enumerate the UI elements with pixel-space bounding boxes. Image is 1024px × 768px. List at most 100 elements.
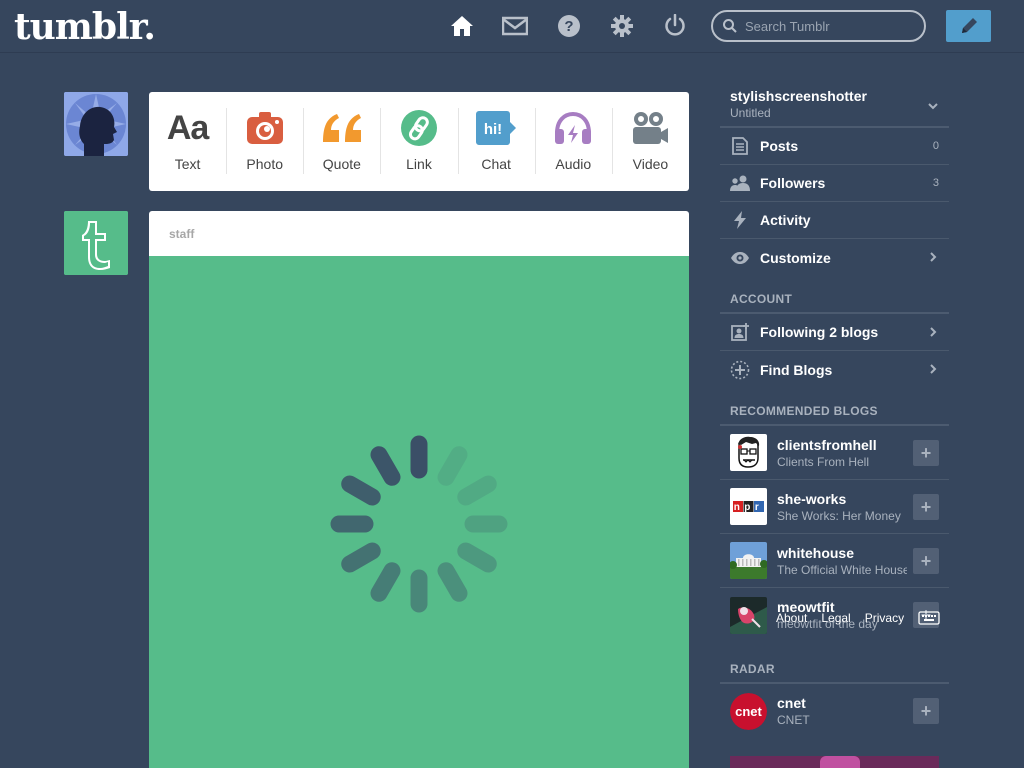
chat-badge: hi!	[484, 121, 502, 138]
headphones-icon	[553, 108, 593, 148]
sidebar-item-following[interactable]: Following 2 blogs	[720, 314, 949, 351]
post-type-video-button[interactable]: Video	[611, 92, 689, 191]
radar-blog[interactable]: cnet cnet CNET +	[720, 684, 949, 738]
post-type-link-button[interactable]: Link	[380, 92, 457, 191]
chevron-right-icon	[930, 327, 937, 337]
sidebar-item-label: Posts	[760, 138, 799, 154]
blog-name: cnet	[777, 695, 806, 711]
sidebar-item-label: Following 2 blogs	[760, 324, 879, 340]
search-icon	[723, 19, 737, 33]
sidebar-item-label: Find Blogs	[760, 361, 833, 378]
post-type-label: Chat	[481, 156, 511, 172]
chevron-right-icon	[930, 364, 937, 374]
follow-button[interactable]: +	[913, 440, 939, 466]
post-type-audio-button[interactable]: Audio	[534, 92, 612, 191]
about-link[interactable]: About	[776, 611, 807, 625]
recommended-blog[interactable]: whitehouse The Official White House +	[720, 534, 949, 588]
people-icon	[730, 173, 750, 193]
privacy-link[interactable]: Privacy	[865, 611, 904, 625]
post-type-bar: Aa Text Photo Quote Link hi! Chat Audio	[149, 92, 689, 191]
search-input[interactable]	[745, 18, 905, 34]
home-icon[interactable]	[448, 12, 476, 40]
npr-logo-text: npr	[734, 502, 764, 513]
blog-name: whitehouse	[777, 544, 855, 561]
sidebar-item-label: Followers	[760, 175, 826, 191]
chevron-down-icon	[928, 103, 938, 110]
blog-description: She Works: Her Money	[777, 508, 901, 523]
tumblr-logo[interactable]: tumblr.	[14, 6, 156, 48]
blog-name: clientsfromhell	[777, 436, 877, 453]
post-type-label: Link	[406, 156, 432, 172]
blog-avatar: cnet	[730, 692, 767, 730]
blog-description: Clients From Hell	[777, 454, 870, 469]
post-type-label: Photo	[246, 156, 283, 172]
recommended-blog[interactable]: npr she-works She Works: Her Money +	[720, 480, 949, 534]
posts-count: 0	[932, 140, 939, 152]
cnet-logo-text: cnet	[735, 704, 762, 719]
radar-section-title: RADAR	[720, 660, 949, 684]
sidebar: stylishscreenshotter Untitled Posts 0 Fo…	[720, 88, 949, 768]
blog-avatar	[730, 596, 767, 634]
blog-avatar	[730, 542, 767, 579]
recommended-blog[interactable]: clientsfromhell Clients From Hell +	[720, 426, 949, 480]
follow-button[interactable]: +	[913, 494, 939, 520]
document-icon	[730, 136, 750, 156]
search-box[interactable]	[711, 10, 926, 42]
follow-button[interactable]: +	[913, 698, 939, 724]
blog-description: CNET	[777, 713, 810, 727]
video-camera-icon	[631, 108, 669, 148]
top-bar: tumblr. ?	[0, 0, 1024, 53]
post-type-label: Text	[174, 156, 201, 172]
blog-avatar	[730, 434, 767, 471]
quote-icon	[321, 108, 363, 148]
post-media[interactable]	[149, 256, 689, 768]
post-author[interactable]: staff	[149, 211, 689, 256]
plus-icon: +	[920, 700, 932, 721]
blog-subtitle: Untitled	[730, 106, 771, 120]
post-type-chat-button[interactable]: hi! Chat	[457, 92, 535, 191]
eye-icon	[730, 248, 750, 268]
user-avatar[interactable]	[64, 92, 128, 156]
loading-spinner-icon	[330, 435, 508, 613]
lightning-icon	[730, 210, 750, 230]
post-type-label: Video	[632, 156, 669, 172]
sidebar-item-customize[interactable]: Customize	[720, 239, 949, 276]
post-type-photo-button[interactable]: Photo	[226, 92, 303, 191]
legal-link[interactable]: Legal	[821, 611, 850, 625]
post-type-label: Quote	[322, 156, 361, 172]
follow-button[interactable]: +	[913, 548, 939, 574]
dashboard-post: staff	[149, 211, 689, 768]
add-person-icon	[730, 322, 750, 342]
help-icon[interactable]: ?	[555, 12, 583, 40]
svg-text:?: ?	[564, 18, 573, 35]
compose-button[interactable]	[946, 10, 991, 42]
plus-icon: +	[920, 442, 932, 463]
sidebar-item-followers[interactable]: Followers 3	[720, 165, 949, 202]
settings-gear-icon[interactable]	[608, 12, 636, 40]
footer-links: About Legal Privacy	[776, 611, 940, 625]
power-icon[interactable]	[661, 12, 689, 40]
text-icon: Aa	[166, 108, 209, 147]
sidebar-item-posts[interactable]: Posts 0	[720, 128, 949, 165]
post-type-quote-button[interactable]: Quote	[303, 92, 380, 191]
camera-icon	[246, 108, 284, 148]
chat-icon: hi!	[475, 108, 517, 148]
post-type-label: Audio	[555, 156, 592, 172]
sidebar-item-activity[interactable]: Activity	[720, 202, 949, 239]
followers-count: 3	[932, 177, 939, 189]
blog-switcher[interactable]: stylishscreenshotter Untitled	[720, 88, 949, 128]
plus-icon: +	[920, 496, 932, 517]
sidebar-item-find-blogs[interactable]: Find Blogs	[720, 351, 949, 388]
chevron-right-icon	[930, 252, 937, 262]
staff-avatar[interactable]	[64, 211, 128, 275]
compass-icon	[730, 360, 750, 380]
mail-icon[interactable]	[501, 12, 529, 40]
post-type-text-button[interactable]: Aa Text	[149, 92, 226, 191]
account-section-title: ACCOUNT	[720, 290, 949, 314]
pencil-icon	[961, 18, 977, 33]
recommended-section-title: RECOMMENDED BLOGS	[720, 402, 949, 426]
keyboard-icon[interactable]	[918, 611, 940, 625]
blog-description: The Official White House	[777, 562, 907, 577]
sidebar-item-label: Activity	[760, 212, 811, 228]
radar-post-preview[interactable]	[730, 756, 939, 768]
